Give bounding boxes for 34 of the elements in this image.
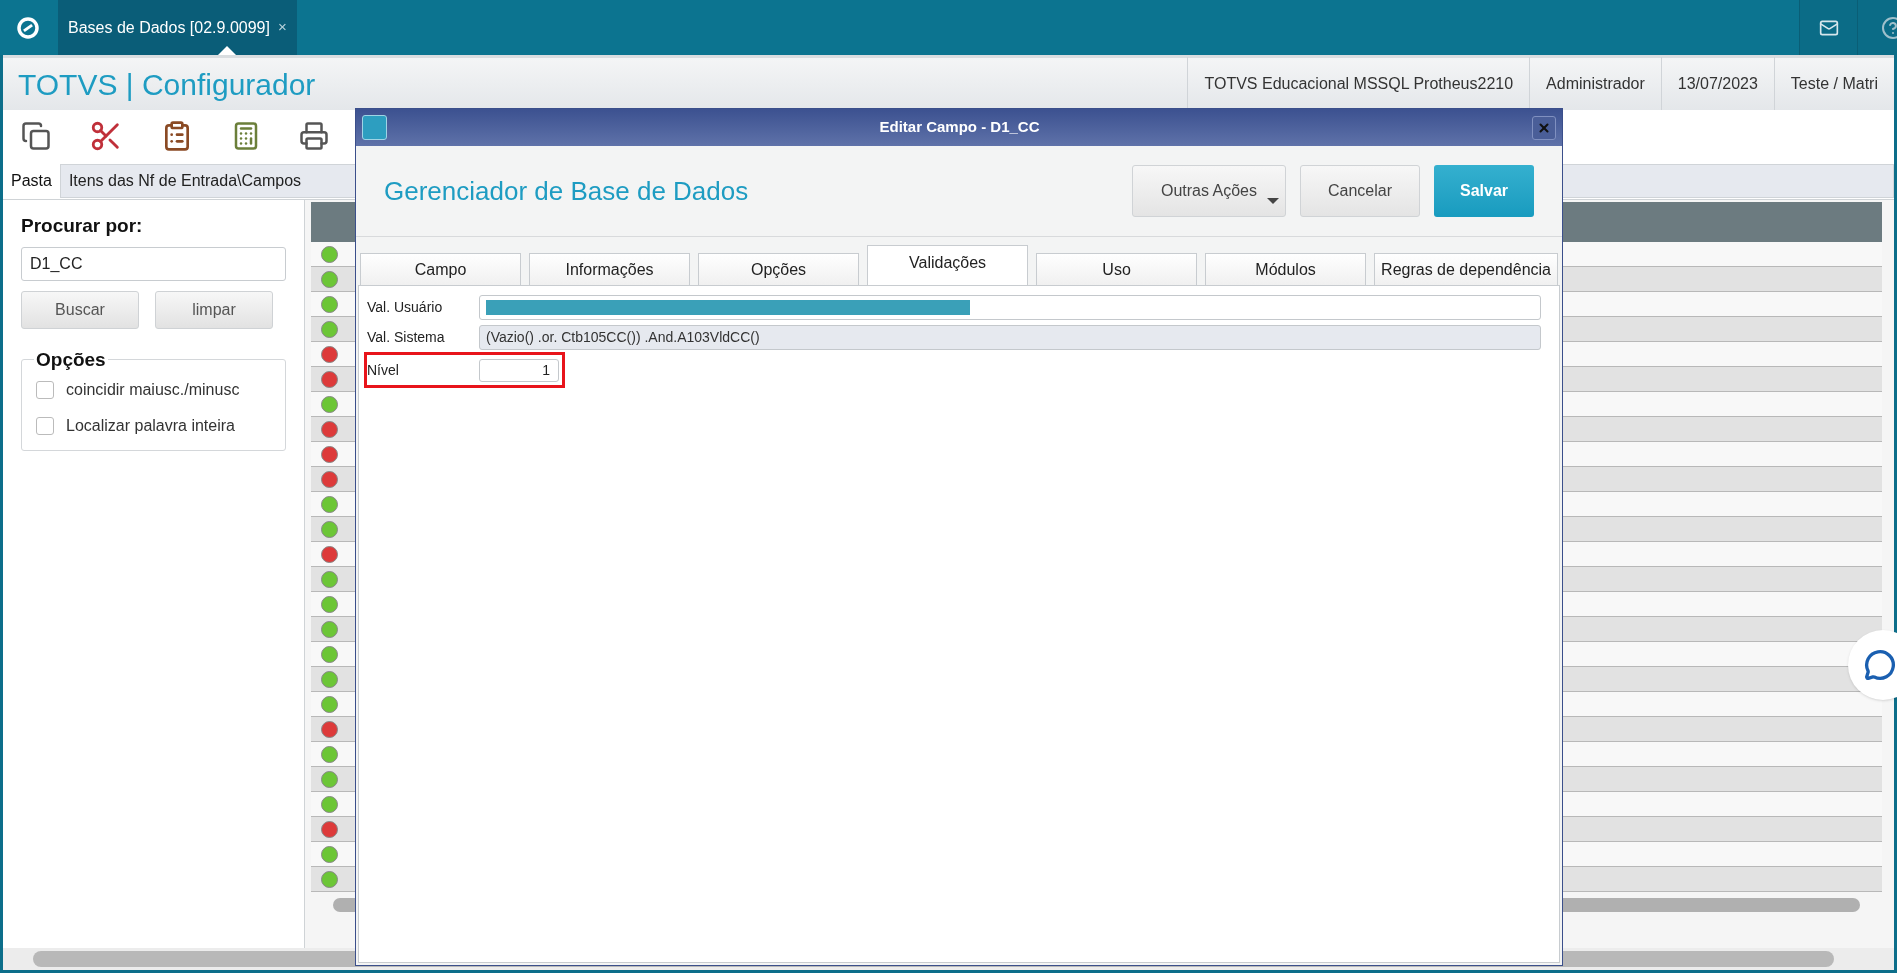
window-title: Editar Campo - D1_CC <box>878 117 1041 138</box>
tab[interactable]: Módulos <box>1205 253 1367 285</box>
tab[interactable]: Validações <box>867 245 1029 285</box>
input-field[interactable]: 1 <box>479 358 559 382</box>
printer-icon[interactable] <box>299 121 329 151</box>
search-button[interactable]: Buscar <box>21 290 139 329</box>
search-field[interactable]: D1_CC <box>21 246 286 281</box>
search-button[interactable]: limpar <box>155 290 273 329</box>
input-field[interactable] <box>479 294 1541 320</box>
close-icon <box>1537 120 1551 135</box>
cancel-button[interactable]: Cancelar <box>1300 165 1420 217</box>
app-title: TOTVS | Configurador <box>18 66 316 103</box>
tab[interactable]: Regras de dependência <box>1374 253 1558 285</box>
tab[interactable]: Campo <box>360 253 521 285</box>
dropdown-button[interactable]: Outras Ações <box>1132 165 1286 217</box>
tab[interactable]: Uso <box>1036 253 1198 285</box>
checkbox[interactable] <box>36 380 54 399</box>
window-icon <box>362 115 387 140</box>
search-label: Procurar por: <box>21 214 144 238</box>
field-label: Val. Usuário <box>367 297 444 317</box>
tab[interactable]: Opções <box>698 253 860 285</box>
tab[interactable]: Informações <box>529 253 691 285</box>
field-label: Val. Sistema <box>367 327 446 347</box>
checkbox-label[interactable]: coincidir maiusc./minusc <box>66 377 240 402</box>
checkbox-label[interactable]: Localizar palavra inteira <box>66 413 235 438</box>
copy-icon[interactable] <box>21 121 51 151</box>
close-icon[interactable]: × <box>277 16 287 39</box>
checkbox[interactable] <box>36 416 54 435</box>
folder-label: Pasta <box>10 170 53 191</box>
chat-icon <box>1864 649 1896 681</box>
app-tab[interactable]: Bases de Dados [02.9.0099] × <box>58 0 297 55</box>
field-label: Nível <box>367 360 400 380</box>
logo-icon[interactable] <box>15 15 40 40</box>
close-button[interactable] <box>1532 115 1556 140</box>
